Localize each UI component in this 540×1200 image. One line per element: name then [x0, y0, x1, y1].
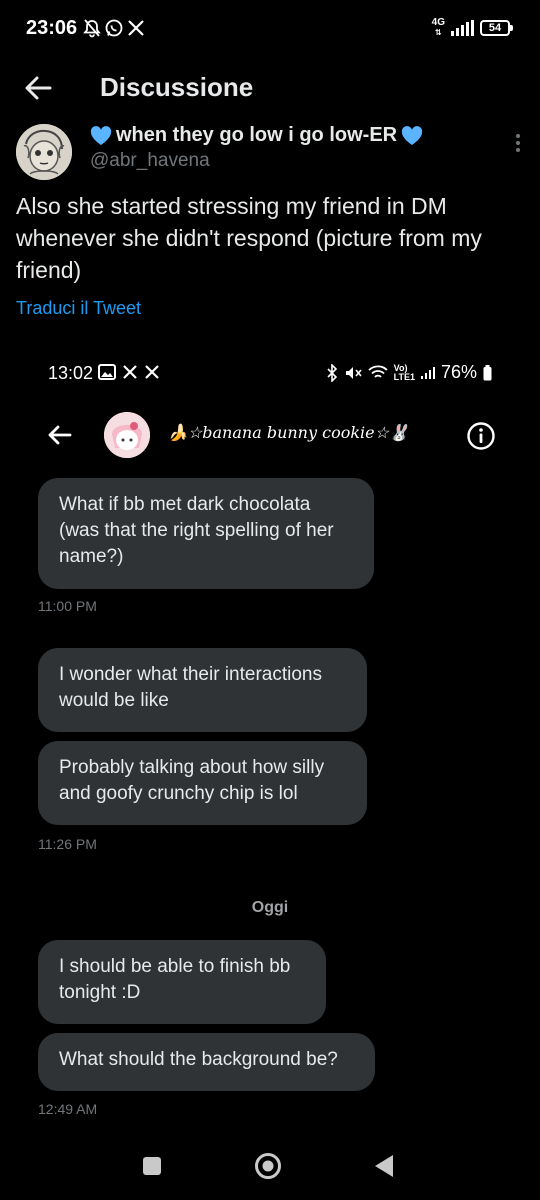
day-separator: Oggi [251, 899, 289, 916]
message-timestamp: 11:00 PM [38, 598, 97, 614]
message-timestamp: 11:26 PM [38, 836, 97, 852]
avatar[interactable] [16, 124, 72, 180]
status-bar: 23:06 4G ⇅ 54 [0, 0, 540, 60]
chat-avatar[interactable] [104, 412, 150, 458]
display-name[interactable]: when they go low i go low-ER [90, 124, 423, 147]
more-options-icon[interactable] [514, 134, 522, 156]
status-right-group: 4G ⇅ 54 [431, 16, 513, 40]
home-icon[interactable] [254, 1152, 282, 1180]
chat-avatar-drawing [104, 412, 150, 458]
message-bubble[interactable]: I wonder what their interactions would b… [38, 648, 367, 732]
mute-bell-icon [83, 19, 101, 38]
message-bubble[interactable]: What if bb met dark chocolata (was that … [38, 478, 374, 589]
volte-icon: Vo) LTE1 [393, 362, 415, 382]
recent-apps-icon[interactable] [143, 1157, 161, 1175]
translate-tweet-link[interactable]: Traduci il Tweet [16, 298, 141, 319]
page-title: Discussione [100, 72, 254, 102]
chat-back-arrow-icon[interactable] [44, 420, 74, 450]
message-bubble[interactable]: What should the background be? [38, 1033, 375, 1091]
message-bubble[interactable]: Probably talking about how silly and goo… [38, 741, 367, 825]
top-app-bar: Discussione [0, 60, 540, 116]
battery-icon [483, 364, 492, 380]
battery-level: 54 [488, 22, 502, 34]
back-triangle-icon[interactable] [373, 1153, 395, 1179]
image-icon [98, 364, 116, 380]
x-icon [145, 365, 159, 379]
embedded-battery-level: 76% [440, 362, 477, 382]
status-time: 23:06 [26, 17, 78, 39]
signal-icon [420, 366, 435, 379]
whatsapp-icon [105, 19, 123, 37]
embedded-status-right: Vo) LTE1 76% [326, 362, 492, 383]
message-bubble[interactable]: I should be able to finish bb tonight :D [38, 940, 326, 1024]
tweet-text: Also she started stressing my friend in … [16, 193, 482, 283]
network-type: 4G ⇅ [431, 17, 445, 38]
signal-icon [451, 20, 474, 36]
bluetooth-icon [327, 363, 337, 382]
user-handle[interactable]: @abr_havena [90, 150, 210, 172]
info-icon[interactable] [466, 421, 496, 451]
arrow-left-icon[interactable] [22, 72, 54, 104]
blue-heart-icon [401, 125, 423, 145]
avatar-drawing [16, 124, 72, 180]
x-icon [123, 365, 137, 379]
blue-heart-icon [90, 125, 112, 145]
chat-contact-name: 🍌☆banana bunny cookie☆🐰 [168, 423, 409, 442]
display-name-text: when they go low i go low-ER [116, 124, 398, 146]
x-icon [128, 20, 144, 36]
embedded-status-icons [98, 364, 160, 380]
message-timestamp: 12:49 AM [38, 1101, 98, 1117]
wifi-icon [368, 365, 388, 378]
embedded-status-time: 13:02 [48, 363, 94, 383]
mute-icon [345, 366, 362, 379]
battery-icon: 54 [480, 20, 513, 36]
